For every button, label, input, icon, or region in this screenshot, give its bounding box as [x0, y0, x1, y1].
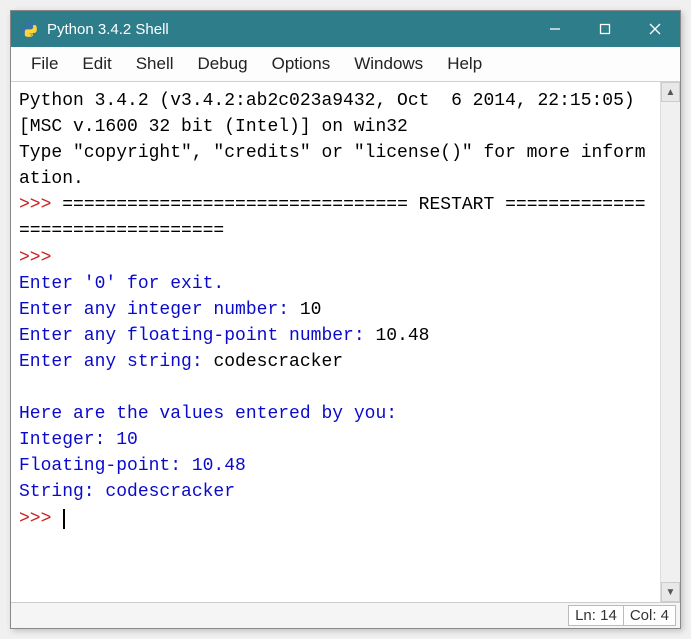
menu-debug[interactable]: Debug — [186, 51, 260, 77]
console-line: Enter any integer number: 10 — [19, 297, 652, 323]
console-segment: Enter any string: — [19, 352, 213, 372]
menu-edit[interactable]: Edit — [70, 51, 123, 77]
console-segment: Integer: 10 — [19, 430, 138, 450]
console-line — [19, 375, 652, 401]
console-segment: Python 3.4.2 (v3.4.2:ab2c023a9432, Oct 6… — [19, 91, 646, 137]
content-area: Python 3.4.2 (v3.4.2:ab2c023a9432, Oct 6… — [11, 82, 680, 602]
console-segment: 10.48 — [375, 326, 429, 346]
menu-options[interactable]: Options — [260, 51, 343, 77]
console-line: Enter any floating-point number: 10.48 — [19, 323, 652, 349]
console-line: Enter '0' for exit. — [19, 271, 652, 297]
menu-shell[interactable]: Shell — [124, 51, 186, 77]
status-line: Ln: 14 — [568, 605, 624, 626]
console-segment: codescracker — [213, 352, 343, 372]
idle-window: Python 3.4.2 Shell FileEditShellDebugOpt… — [10, 10, 681, 629]
console-output[interactable]: Python 3.4.2 (v3.4.2:ab2c023a9432, Oct 6… — [11, 82, 660, 602]
console-segment: Enter any floating-point number: — [19, 326, 375, 346]
menu-help[interactable]: Help — [435, 51, 494, 77]
console-segment: Type "copyright", "credits" or "license(… — [19, 143, 646, 189]
console-line: >>> ================================ RES… — [19, 192, 652, 244]
console-segment: Enter any integer number: — [19, 300, 300, 320]
console-line: String: codescracker — [19, 479, 652, 505]
console-line: Integer: 10 — [19, 427, 652, 453]
scroll-down-button[interactable]: ▼ — [661, 582, 680, 602]
console-segment: String: codescracker — [19, 482, 235, 502]
menu-file[interactable]: File — [19, 51, 70, 77]
minimize-button[interactable] — [530, 11, 580, 47]
console-segment: ================================ RESTART… — [19, 195, 646, 241]
console-line: >>> — [19, 245, 652, 271]
scroll-up-button[interactable]: ▲ — [661, 82, 680, 102]
statusbar: Ln: 14 Col: 4 — [11, 602, 680, 628]
menubar: FileEditShellDebugOptionsWindowsHelp — [11, 47, 680, 82]
titlebar[interactable]: Python 3.4.2 Shell — [11, 11, 680, 47]
python-icon — [19, 19, 39, 39]
vertical-scrollbar[interactable]: ▲ ▼ — [660, 82, 680, 602]
console-segment: >>> — [19, 248, 62, 268]
menu-windows[interactable]: Windows — [342, 51, 435, 77]
console-segment: Enter '0' for exit. — [19, 274, 224, 294]
console-segment: Here are the values entered by you: — [19, 404, 397, 424]
console-line: Here are the values entered by you: — [19, 401, 652, 427]
console-segment: >>> — [19, 195, 62, 215]
console-segment: >>> — [19, 509, 62, 529]
console-line: >>> — [19, 506, 652, 532]
window-controls — [530, 11, 680, 47]
console-segment: Floating-point: 10.48 — [19, 456, 246, 476]
console-line: Enter any string: codescracker — [19, 349, 652, 375]
console-segment: 10 — [300, 300, 322, 320]
console-line: Floating-point: 10.48 — [19, 453, 652, 479]
status-col: Col: 4 — [624, 605, 676, 626]
window-title: Python 3.4.2 Shell — [47, 21, 530, 38]
console-line: Python 3.4.2 (v3.4.2:ab2c023a9432, Oct 6… — [19, 88, 652, 140]
console-line: Type "copyright", "credits" or "license(… — [19, 140, 652, 192]
maximize-button[interactable] — [580, 11, 630, 47]
text-cursor — [63, 509, 65, 529]
close-button[interactable] — [630, 11, 680, 47]
